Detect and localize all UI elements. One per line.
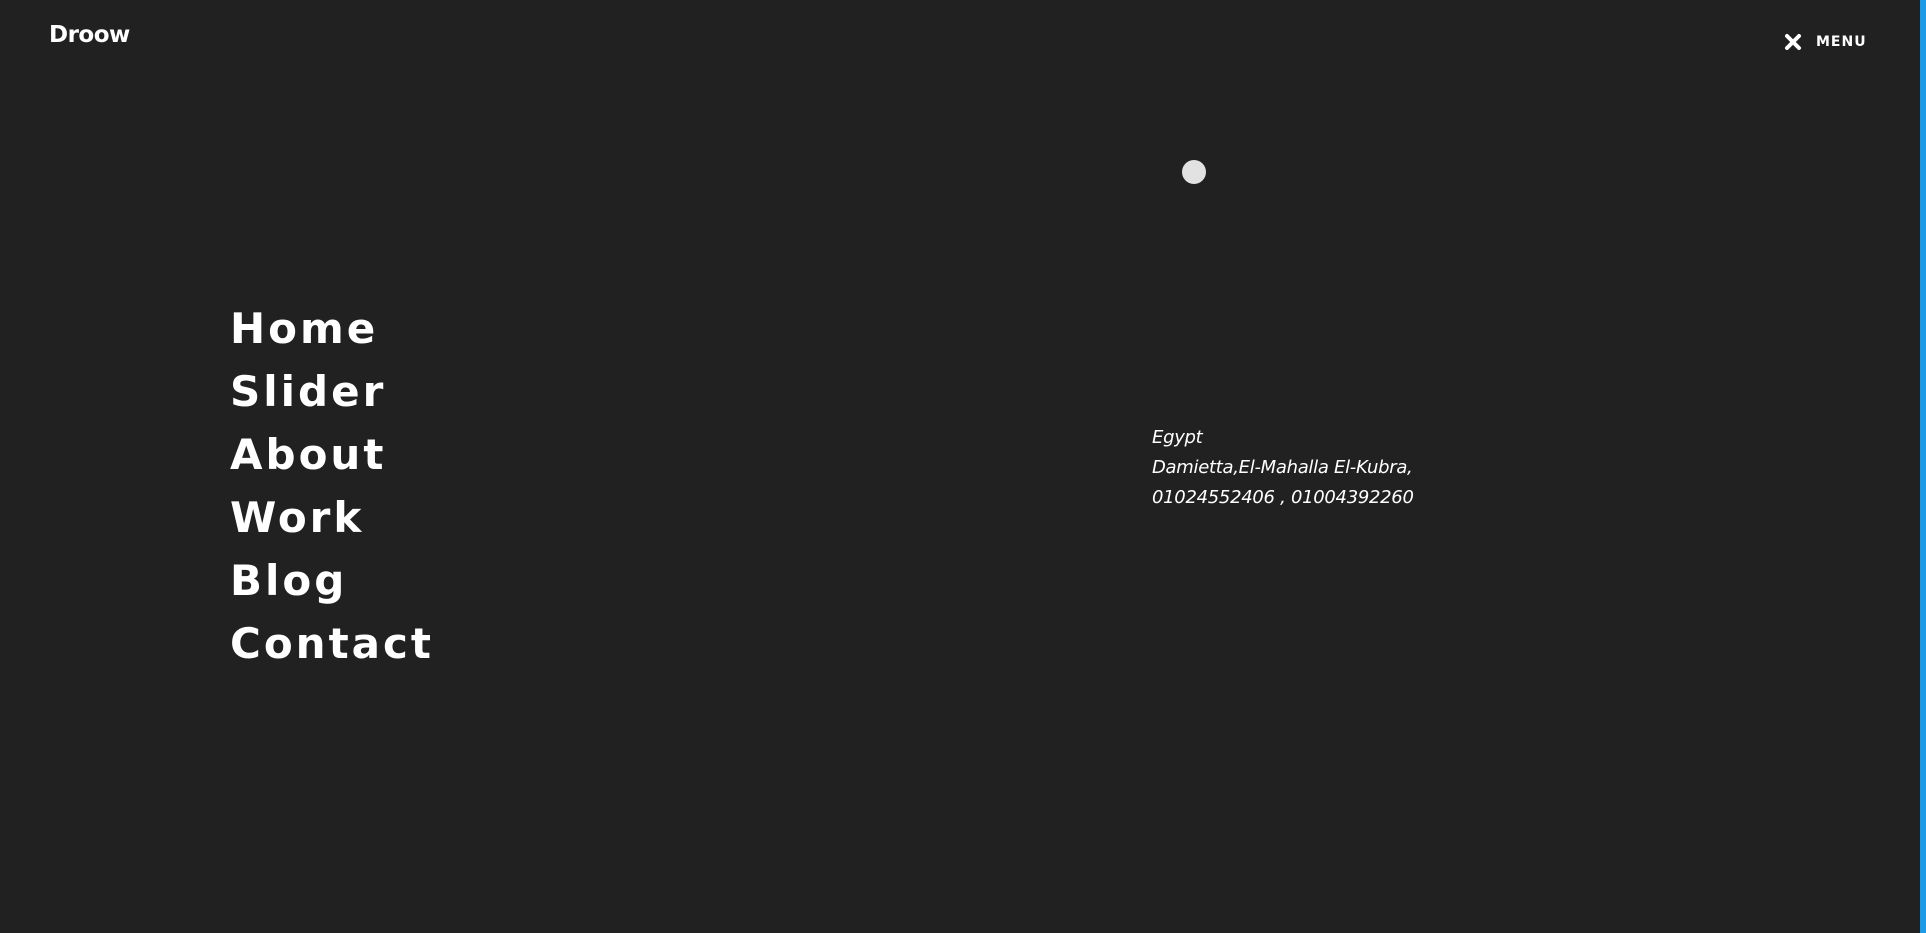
contact-info: Egypt Damietta,El-Mahalla El-Kubra, 0102…: [1152, 423, 1414, 513]
contact-address: Damietta,El-Mahalla El-Kubra,: [1152, 457, 1413, 478]
menu-label: MENU: [1816, 34, 1867, 50]
main-nav: Home Slider About Work Blog Contact: [230, 297, 434, 675]
menu-overlay: Droow MENU Home Slider About Work Blog C…: [0, 0, 1926, 933]
nav-link-about[interactable]: About: [230, 430, 386, 479]
nav-item-contact: Contact: [230, 612, 434, 675]
logo[interactable]: Droow: [49, 22, 130, 48]
contact-country: Egypt: [1152, 427, 1203, 448]
nav-item-slider: Slider: [230, 360, 434, 423]
close-icon: [1784, 33, 1802, 51]
nav-item-work: Work: [230, 486, 434, 549]
nav-link-home[interactable]: Home: [230, 304, 378, 353]
cursor-dot: [1182, 160, 1206, 184]
nav-item-home: Home: [230, 297, 434, 360]
nav-item-about: About: [230, 423, 434, 486]
contact-phones: 01024552406 , 01004392260: [1152, 487, 1414, 508]
nav-item-blog: Blog: [230, 549, 434, 612]
nav-link-contact[interactable]: Contact: [230, 619, 434, 668]
nav-link-work[interactable]: Work: [230, 493, 364, 542]
menu-close-button[interactable]: MENU: [1784, 33, 1867, 51]
nav-link-blog[interactable]: Blog: [230, 556, 347, 605]
scrollbar[interactable]: [1920, 0, 1926, 933]
nav-link-slider[interactable]: Slider: [230, 367, 386, 416]
